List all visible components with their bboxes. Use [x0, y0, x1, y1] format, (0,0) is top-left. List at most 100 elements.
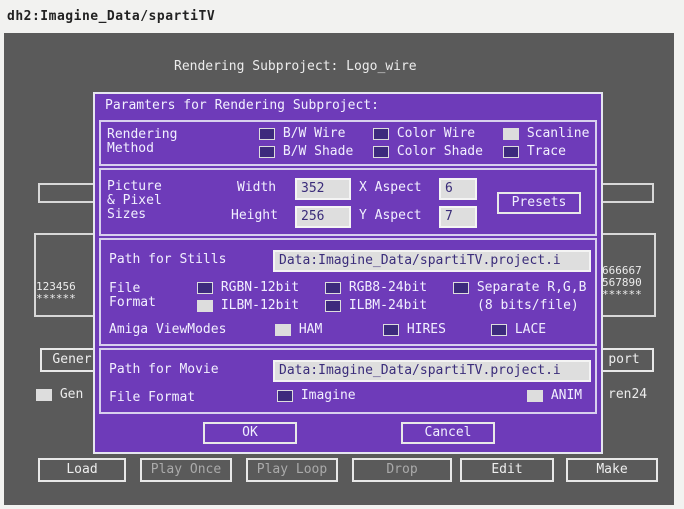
render-parameters-dialog: Paramters for Rendering Subproject: Rend… [93, 92, 603, 454]
color-shade-checkbox[interactable] [373, 145, 389, 158]
option-scanline[interactable]: Scanline [503, 126, 589, 141]
rendering-method-label-line-2: Method [107, 141, 154, 156]
rgbn12-label: RGBN-12bit [220, 280, 300, 295]
rendering-method-label-line-1: Rendering [107, 127, 178, 142]
picture-label-line-1: Picture [107, 179, 162, 194]
bw-shade-label: B/W Shade [282, 144, 354, 159]
gen-checkbox-row[interactable]: Gen [36, 387, 83, 402]
color-shade-label: Color Shade [396, 144, 483, 159]
hires-checkbox[interactable] [383, 323, 399, 336]
imagine-label: Imagine [300, 388, 356, 403]
anim-label: ANIM [550, 388, 583, 403]
subproject-heading: Rendering Subproject: Logo_wire [174, 59, 417, 74]
trace-checkbox[interactable] [503, 145, 519, 158]
hires-label: HIRES [406, 322, 446, 337]
width-label: Width [237, 180, 277, 195]
separate-rgb-label: Separate R,G,B [476, 280, 587, 295]
gen-checkbox-label: Gen [59, 387, 84, 402]
picture-size-section: Picture & Pixel Sizes Width 352 X Aspect… [99, 168, 597, 236]
option-lace[interactable]: LACE [491, 322, 546, 337]
option-ham[interactable]: HAM [275, 322, 322, 337]
rendering-method-section: Rendering Method B/W Wire Color Wire Sca… [99, 120, 597, 166]
presets-button[interactable]: Presets [497, 192, 581, 214]
ham-label: HAM [298, 322, 323, 337]
stills-section: Path for Stills Data:Imagine_Data/sparti… [99, 238, 597, 346]
gen-checkbox[interactable] [36, 388, 52, 401]
picture-label-line-2: & Pixel [107, 193, 162, 208]
color-wire-label: Color Wire [396, 126, 476, 141]
dialog-title: Paramters for Rendering Subproject: [105, 98, 379, 113]
viewmodes-label: Amiga ViewModes [109, 322, 227, 337]
drop-button[interactable]: Drop [352, 458, 452, 482]
ok-button[interactable]: OK [203, 422, 297, 444]
stills-path-label: Path for Stills [109, 252, 227, 267]
y-aspect-label: Y Aspect [359, 208, 422, 223]
option-color-wire[interactable]: Color Wire [373, 126, 475, 141]
play-loop-button[interactable]: Play Loop [246, 458, 338, 482]
option-bw-wire[interactable]: B/W Wire [259, 126, 345, 141]
separate-rgb-checkbox[interactable] [453, 281, 469, 294]
picture-label: Picture & Pixel Sizes [107, 180, 162, 222]
ilbm12-label: ILBM-12bit [220, 298, 300, 313]
option-rgb8-24[interactable]: RGB8-24bit [325, 280, 427, 295]
right-side-label: ren24 [608, 387, 648, 402]
make-button[interactable]: Make [566, 458, 658, 482]
bw-wire-label: B/W Wire [282, 126, 346, 141]
option-bw-shade[interactable]: B/W Shade [259, 144, 353, 159]
y-aspect-input[interactable]: 7 [439, 206, 477, 228]
x-aspect-label: X Aspect [359, 180, 422, 195]
rgb8-24-checkbox[interactable] [325, 281, 341, 294]
option-color-shade[interactable]: Color Shade [373, 144, 483, 159]
option-rgbn12[interactable]: RGBN-12bit [197, 280, 299, 295]
option-anim[interactable]: ANIM [527, 388, 582, 403]
movie-path-label: Path for Movie [109, 362, 219, 377]
bw-wire-checkbox[interactable] [259, 127, 275, 140]
cancel-button[interactable]: Cancel [401, 422, 495, 444]
option-imagine[interactable]: Imagine [277, 388, 356, 403]
movie-path-input[interactable]: Data:Imagine_Data/spartiTV.project.i [273, 360, 591, 382]
option-ilbm24[interactable]: ILBM-24bit [325, 298, 427, 313]
digits-right-line-3: ****** [602, 288, 642, 301]
picture-label-line-3: Sizes [107, 207, 147, 222]
movie-section: Path for Movie Data:Imagine_Data/spartiT… [99, 348, 597, 414]
play-once-button[interactable]: Play Once [140, 458, 232, 482]
separate-note: (8 bits/file) [477, 298, 579, 313]
x-aspect-input[interactable]: 6 [439, 178, 477, 200]
lace-label: LACE [514, 322, 547, 337]
background-digits-left: 123456 ****** [36, 281, 76, 305]
file-format-label-line-2: Format [109, 295, 156, 310]
export-button[interactable]: port [594, 348, 654, 372]
background-bar-right [600, 183, 654, 203]
height-input[interactable]: 256 [295, 206, 351, 228]
file-format-label: File Format [109, 282, 156, 310]
movie-file-format-label: File Format [109, 390, 196, 405]
option-ilbm12[interactable]: ILBM-12bit [197, 298, 299, 313]
option-separate-rgb[interactable]: Separate R,G,B [453, 280, 586, 295]
file-format-label-line-1: File [109, 281, 141, 296]
imagine-checkbox[interactable] [277, 389, 293, 402]
load-button[interactable]: Load [38, 458, 126, 482]
ilbm24-label: ILBM-24bit [348, 298, 428, 313]
scanline-label: Scanline [526, 126, 590, 141]
height-label: Height [231, 208, 278, 223]
ham-checkbox[interactable] [275, 323, 291, 336]
bw-shade-checkbox[interactable] [259, 145, 275, 158]
anim-checkbox[interactable] [527, 389, 543, 402]
width-input[interactable]: 352 [295, 178, 351, 200]
ilbm24-checkbox[interactable] [325, 299, 341, 312]
scanline-checkbox[interactable] [503, 127, 519, 140]
lace-checkbox[interactable] [491, 323, 507, 336]
window-title: dh2:Imagine_Data/spartiTV [7, 9, 216, 24]
rendering-method-label: Rendering Method [107, 128, 177, 156]
edit-button[interactable]: Edit [460, 458, 554, 482]
ilbm12-checkbox[interactable] [197, 299, 213, 312]
option-trace[interactable]: Trace [503, 144, 566, 159]
option-hires[interactable]: HIRES [383, 322, 446, 337]
rgb8-24-label: RGB8-24bit [348, 280, 428, 295]
digits-left-line-2: ****** [36, 292, 76, 305]
rgbn12-checkbox[interactable] [197, 281, 213, 294]
color-wire-checkbox[interactable] [373, 127, 389, 140]
background-digits-right: 666667 567890 ****** [602, 265, 642, 301]
trace-label: Trace [526, 144, 566, 159]
stills-path-input[interactable]: Data:Imagine_Data/spartiTV.project.i [273, 250, 591, 272]
